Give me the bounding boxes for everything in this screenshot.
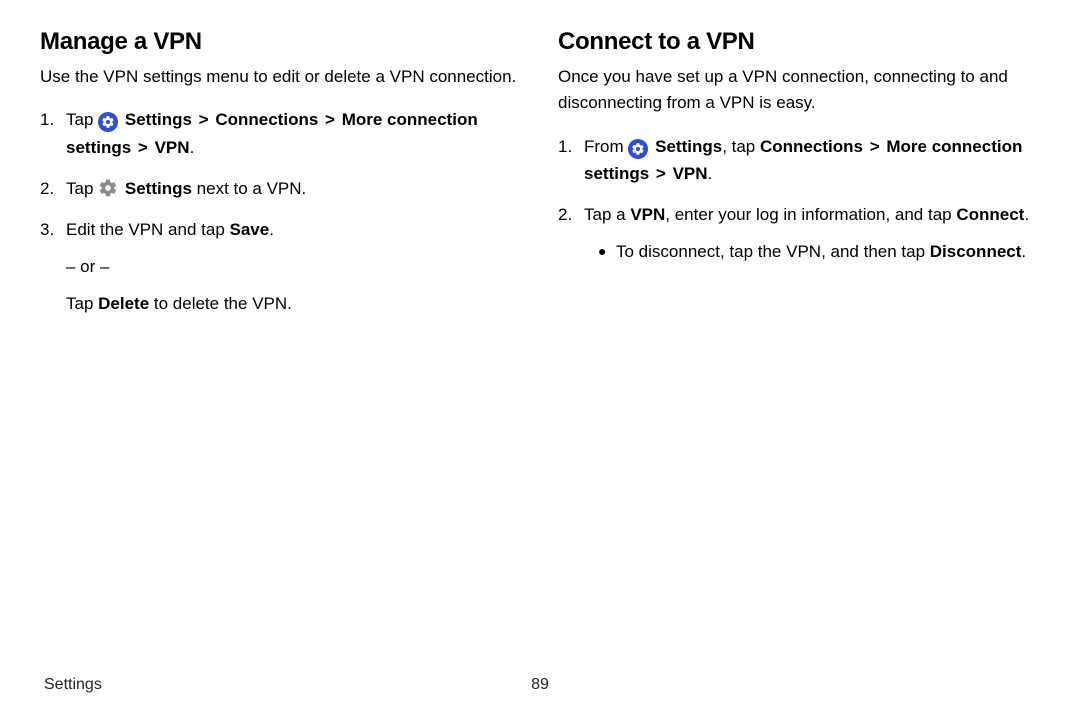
left-step-2: 2. Tap Settings next to a VPN. — [40, 175, 522, 202]
breadcrumb-separator: > — [199, 110, 209, 129]
right-heading: Connect to a VPN — [558, 28, 1040, 56]
text: . — [1024, 205, 1029, 224]
text: Tap a — [584, 205, 630, 224]
text: , tap — [722, 137, 760, 156]
settings-app-icon — [98, 112, 118, 132]
step-number: 2. — [40, 175, 66, 202]
right-step-2: 2. Tap a VPN, enter your log in informat… — [558, 201, 1040, 265]
text: Tap — [66, 294, 98, 313]
right-intro: Once you have set up a VPN connection, c… — [558, 64, 1040, 117]
breadcrumb-separator: > — [325, 110, 335, 129]
text: next to a VPN. — [192, 179, 306, 198]
bold-text: Connections — [215, 110, 318, 129]
bold-text: Connect — [956, 205, 1024, 224]
right-step-1: 1. From Settings, tap Connections > More… — [558, 133, 1040, 187]
breadcrumb-separator: > — [870, 137, 880, 156]
left-step-1: 1. Tap Settings > Connections > More con… — [40, 106, 522, 160]
step-body: Tap Settings > Connections > More connec… — [66, 106, 522, 160]
right-column: Connect to a VPN Once you have set up a … — [558, 28, 1040, 331]
left-intro: Use the VPN settings menu to edit or del… — [40, 64, 522, 90]
page-footer: Settings 89 — [44, 676, 1036, 694]
bold-text: Save — [230, 220, 270, 239]
footer-page-number: 89 — [531, 676, 549, 694]
bullet-item: ● To disconnect, tap the VPN, and then t… — [598, 238, 1040, 265]
right-steps: 1. From Settings, tap Connections > More… — [558, 133, 1040, 266]
gear-icon — [98, 178, 118, 198]
bullet-dot: ● — [598, 238, 616, 262]
bold-text: Disconnect — [930, 242, 1022, 261]
step-body: Tap Settings next to a VPN. — [66, 175, 522, 202]
step-number: 1. — [558, 133, 584, 160]
text: , enter your log in information, and tap — [665, 205, 956, 224]
step-body: Tap a VPN, enter your log in information… — [584, 201, 1040, 265]
step-number: 1. — [40, 106, 66, 133]
text: Tap — [66, 110, 98, 129]
bold-text: Settings — [655, 137, 722, 156]
step-body: From Settings, tap Connections > More co… — [584, 133, 1040, 187]
bold-text: VPN — [673, 164, 708, 183]
bold-text: VPN — [155, 138, 190, 157]
bold-text: Settings — [125, 179, 192, 198]
bold-text: Connections — [760, 137, 863, 156]
text: . — [190, 138, 195, 157]
left-heading: Manage a VPN — [40, 28, 522, 56]
settings-app-icon — [628, 139, 648, 159]
text: . — [708, 164, 713, 183]
text: From — [584, 137, 628, 156]
bold-text: VPN — [630, 205, 665, 224]
footer-section: Settings — [44, 676, 102, 694]
step-number: 3. — [40, 216, 66, 243]
or-separator: – or – — [66, 253, 522, 280]
text: Edit the VPN and tap — [66, 220, 230, 239]
step-number: 2. — [558, 201, 584, 228]
two-column-layout: Manage a VPN Use the VPN settings menu t… — [40, 28, 1040, 331]
left-column: Manage a VPN Use the VPN settings menu t… — [40, 28, 522, 331]
left-steps: 1. Tap Settings > Connections > More con… — [40, 106, 522, 317]
step-body: Edit the VPN and tap Save. – or – Tap De… — [66, 216, 522, 318]
bold-text: Settings — [125, 110, 192, 129]
text: . — [269, 220, 274, 239]
text: Tap — [66, 179, 98, 198]
sub-bullets: ● To disconnect, tap the VPN, and then t… — [584, 238, 1040, 265]
breadcrumb-separator: > — [656, 164, 666, 183]
left-step-3: 3. Edit the VPN and tap Save. – or – Tap… — [40, 216, 522, 318]
text: . — [1021, 242, 1026, 261]
bullet-body: To disconnect, tap the VPN, and then tap… — [616, 238, 1026, 265]
text: to delete the VPN. — [149, 294, 292, 313]
breadcrumb-separator: > — [138, 138, 148, 157]
bold-text: Delete — [98, 294, 149, 313]
text: To disconnect, tap the VPN, and then tap — [616, 242, 930, 261]
